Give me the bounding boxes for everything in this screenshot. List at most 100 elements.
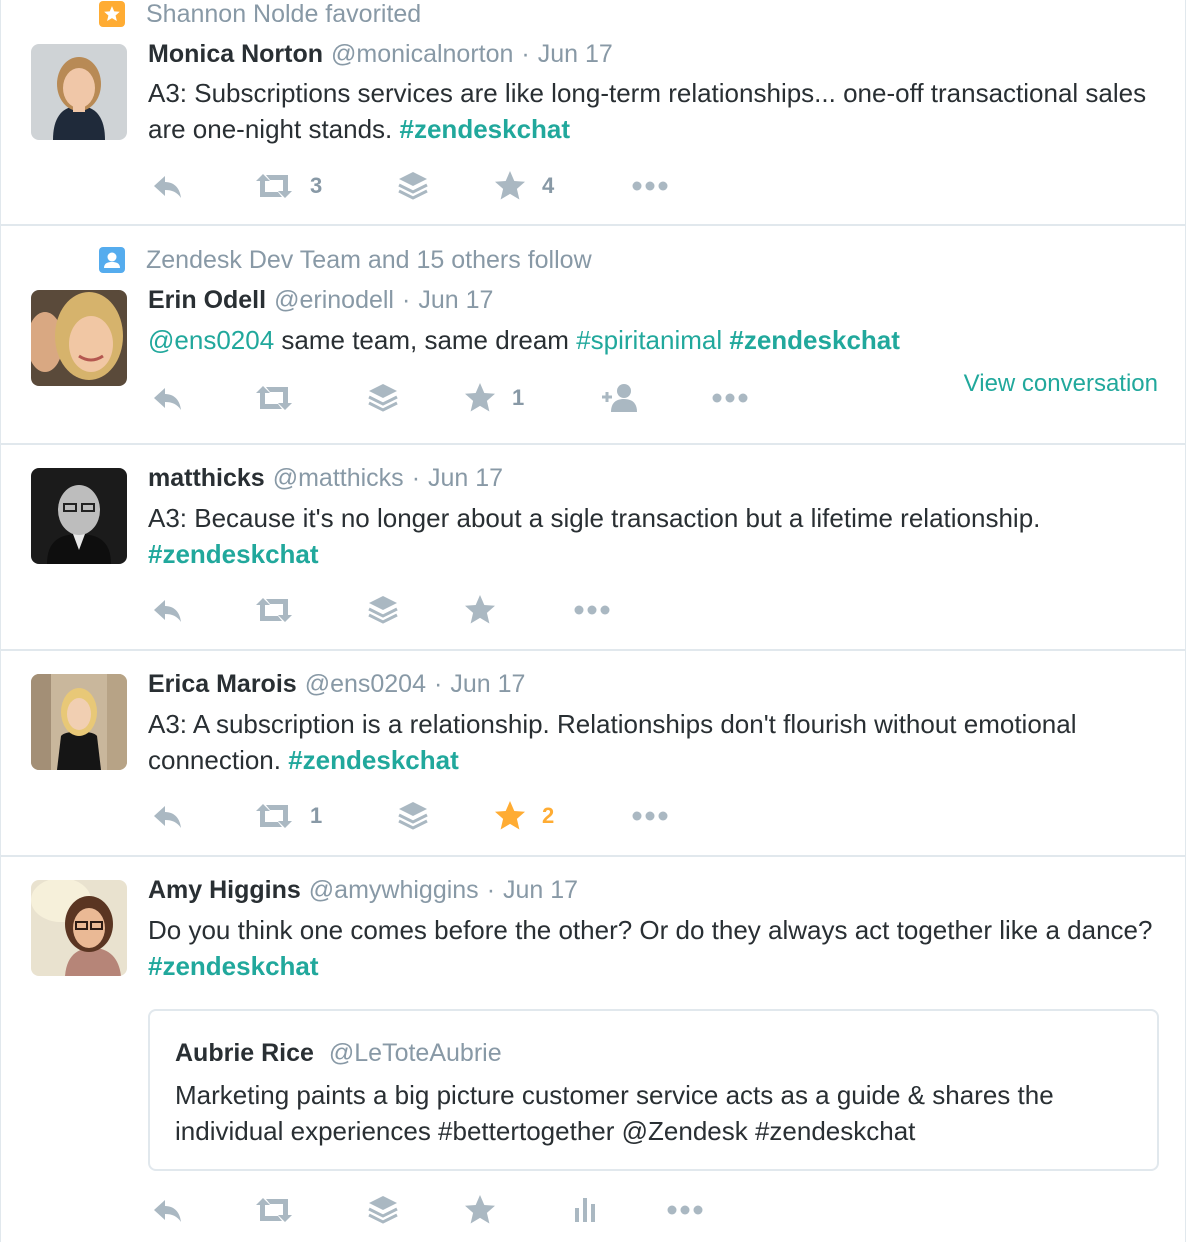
follow-user-icon <box>598 380 642 416</box>
more-icon <box>570 592 614 628</box>
author-handle[interactable]: @matthicks <box>273 464 404 493</box>
tweet-header: Erica Marois @ens0204 · Jun 17 <box>148 670 525 702</box>
avatar[interactable] <box>31 880 127 976</box>
tweet-context: Zendesk Dev Team and 15 others follow <box>99 246 592 274</box>
tweet-date[interactable]: Jun 17 <box>503 876 578 905</box>
tweet-date[interactable]: Jun 17 <box>450 670 525 699</box>
more-icon <box>708 380 752 416</box>
separator-dot: · <box>434 670 443 698</box>
author-name[interactable]: Monica Norton <box>148 40 323 69</box>
more-button[interactable] <box>628 796 672 836</box>
stack-button[interactable] <box>395 796 431 836</box>
tweet-text: A3: A subscription is a relationship. Re… <box>148 709 1077 775</box>
tweet-date[interactable]: Jun 17 <box>418 286 493 315</box>
more-button[interactable] <box>708 378 752 418</box>
more-icon <box>628 168 672 204</box>
favorite-button[interactable]: 4 <box>492 166 554 206</box>
tweet-item[interactable]: Erica Marois @ens0204 · Jun 17 A3: A sub… <box>1 651 1185 857</box>
layers-icon <box>365 1192 401 1228</box>
reply-button[interactable] <box>150 378 186 418</box>
reply-icon <box>150 592 186 628</box>
favorite-count: 1 <box>512 385 525 410</box>
more-button[interactable] <box>628 166 672 206</box>
favorite-button-active[interactable]: 2 <box>492 796 554 836</box>
author-name[interactable]: Erin Odell <box>148 286 266 315</box>
layers-icon <box>395 798 431 834</box>
retweet-button[interactable]: 1 <box>252 796 322 836</box>
reply-button[interactable] <box>150 590 186 630</box>
tweet-item[interactable]: Zendesk Dev Team and 15 others follow Er… <box>1 226 1185 445</box>
follow-button[interactable] <box>598 378 642 418</box>
hashtag-link[interactable]: #spiritanimal <box>576 325 722 355</box>
more-button[interactable] <box>570 590 614 630</box>
tweet-actions: 1 2 <box>148 796 748 836</box>
hashtag-link[interactable]: #zendeskchat <box>400 114 571 144</box>
layers-icon <box>365 380 401 416</box>
avatar[interactable] <box>31 468 127 564</box>
tweet-text: A3: Subscriptions services are like long… <box>148 78 1147 144</box>
author-handle[interactable]: @monicalnorton <box>331 40 513 69</box>
separator-dot: · <box>521 40 530 68</box>
stack-button[interactable] <box>395 166 431 206</box>
separator-dot: · <box>401 286 411 314</box>
favorite-button[interactable]: 1 <box>462 378 524 418</box>
hashtag-link[interactable]: #zendeskchat <box>148 951 319 981</box>
avatar[interactable] <box>31 290 127 386</box>
retweet-count: 3 <box>310 173 323 198</box>
tweet-actions <box>148 590 648 630</box>
stack-button[interactable] <box>365 590 401 630</box>
author-name[interactable]: Amy Higgins <box>148 876 301 905</box>
retweet-icon <box>252 592 296 628</box>
author-handle[interactable]: @erinodell <box>274 286 394 315</box>
star-icon <box>462 592 498 628</box>
tweet-item[interactable]: Shannon Nolde favorited Monica Norton @m… <box>1 0 1185 226</box>
hashtag-link[interactable]: #zendeskchat <box>148 539 319 569</box>
tweet-date[interactable]: Jun 17 <box>428 464 503 493</box>
retweet-button[interactable] <box>252 590 296 630</box>
favorite-button[interactable] <box>462 1190 498 1230</box>
favorite-button[interactable] <box>462 590 498 630</box>
separator-dot: · <box>486 876 496 904</box>
hashtag-link[interactable]: #zendeskchat <box>729 325 900 355</box>
analytics-icon <box>567 1192 603 1228</box>
tweet-item[interactable]: matthicks @matthicks · Jun 17 A3: Becaus… <box>1 445 1185 651</box>
layers-icon <box>365 592 401 628</box>
retweet-icon <box>252 1192 296 1228</box>
retweet-button[interactable] <box>252 378 296 418</box>
analytics-button[interactable] <box>567 1190 603 1230</box>
mention-link[interactable]: @ens0204 <box>148 325 274 355</box>
quoted-author-name[interactable]: Aubrie Rice <box>175 1039 314 1067</box>
tweet-text: A3: Because it's no longer about a sigle… <box>148 503 1041 569</box>
tweet-actions: 1 <box>148 378 848 418</box>
retweet-icon <box>252 168 296 204</box>
tweet-header: Monica Norton @monicalnorton · Jun 17 <box>148 40 613 72</box>
layers-icon <box>395 168 431 204</box>
avatar[interactable] <box>31 44 127 140</box>
more-button[interactable] <box>663 1190 707 1230</box>
retweet-count: 1 <box>310 803 323 828</box>
author-handle[interactable]: @ens0204 <box>305 670 426 699</box>
hashtag-link[interactable]: #zendeskchat <box>288 745 459 775</box>
author-handle[interactable]: @amywhiggins <box>309 876 479 905</box>
reply-button[interactable] <box>150 796 186 836</box>
context-text: Shannon Nolde favorited <box>146 0 422 28</box>
tweet-actions <box>148 1190 748 1230</box>
author-name[interactable]: Erica Marois <box>148 670 297 699</box>
retweet-button[interactable] <box>252 1190 296 1230</box>
stack-button[interactable] <box>365 1190 401 1230</box>
separator-dot: · <box>411 464 421 492</box>
retweet-button[interactable]: 3 <box>252 166 322 206</box>
reply-button[interactable] <box>150 166 186 206</box>
quoted-tweet[interactable]: Aubrie Rice @LeToteAubrie Marketing pain… <box>148 1009 1159 1171</box>
avatar[interactable] <box>31 674 127 770</box>
reply-button[interactable] <box>150 1190 186 1230</box>
author-name[interactable]: matthicks <box>148 464 265 493</box>
tweet-header: Erin Odell @erinodell · Jun 17 <box>148 286 493 318</box>
quoted-author-handle[interactable]: @LeToteAubrie <box>329 1039 502 1067</box>
tweet-date[interactable]: Jun 17 <box>538 40 613 69</box>
tweet-feed: Shannon Nolde favorited Monica Norton @m… <box>0 0 1186 1242</box>
stack-button[interactable] <box>365 378 401 418</box>
reply-icon <box>150 798 186 834</box>
view-conversation-link[interactable]: View conversation <box>964 370 1158 398</box>
tweet-text: @ens0204 same team, same dream #spiritan… <box>148 325 900 355</box>
